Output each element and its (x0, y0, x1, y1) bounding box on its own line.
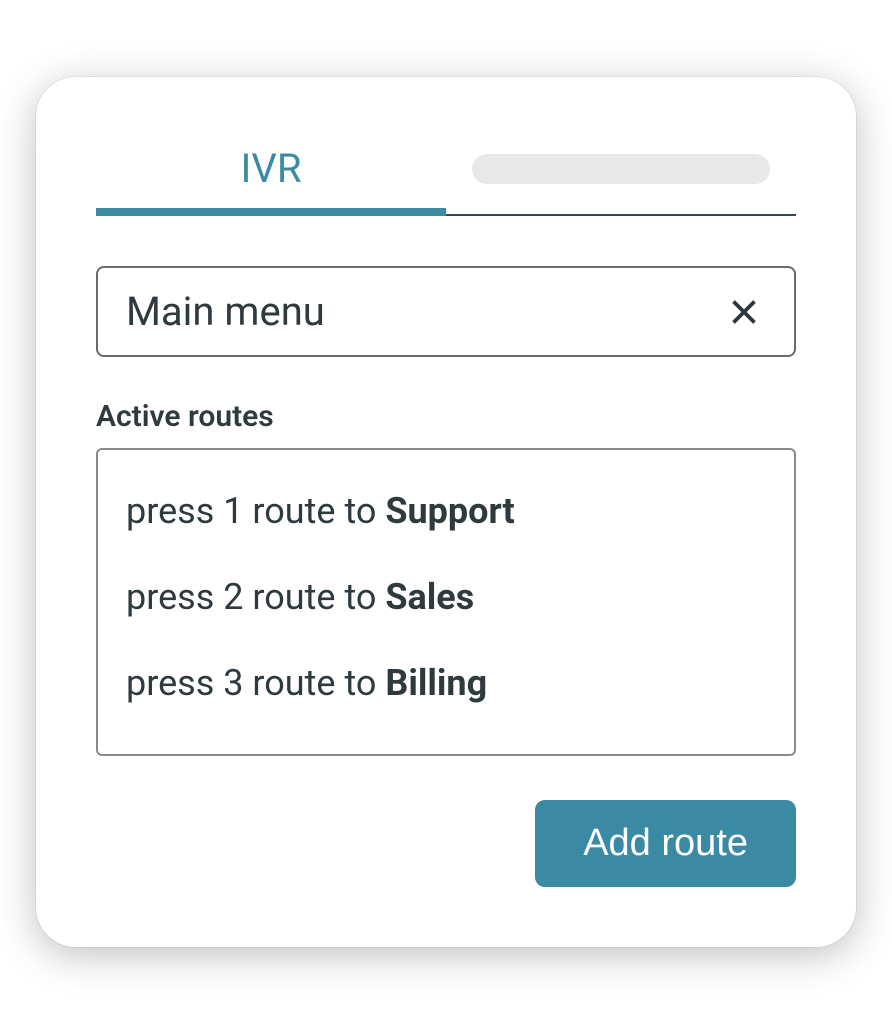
menu-name-value: Main menu (126, 288, 722, 335)
tab-placeholder-pill (472, 154, 770, 184)
tab-ivr[interactable]: IVR (96, 127, 446, 214)
route-item[interactable]: press 2 route to Sales (126, 554, 766, 640)
route-prefix: press 1 route to (126, 490, 385, 532)
route-item[interactable]: press 1 route to Support (126, 468, 766, 554)
tab-placeholder[interactable] (446, 127, 796, 214)
actions-row: Add route (96, 800, 796, 887)
clear-button[interactable] (722, 290, 766, 334)
route-item[interactable]: press 3 route to Billing (126, 640, 766, 726)
menu-name-input[interactable]: Main menu (96, 266, 796, 357)
add-route-label: Add route (583, 822, 748, 864)
route-prefix: press 2 route to (126, 576, 385, 618)
route-prefix: press 3 route to (126, 662, 385, 704)
tab-label: IVR (241, 145, 302, 192)
routes-list: press 1 route to Support press 2 route t… (96, 448, 796, 756)
ivr-card: IVR Main menu Active routes press 1 rout… (36, 77, 856, 947)
route-dest: Support (385, 490, 514, 532)
active-routes-label: Active routes (96, 399, 796, 434)
tabs: IVR (96, 127, 796, 216)
add-route-button[interactable]: Add route (535, 800, 796, 887)
close-icon (726, 294, 762, 330)
route-dest: Sales (385, 576, 474, 618)
route-dest: Billing (385, 662, 487, 704)
